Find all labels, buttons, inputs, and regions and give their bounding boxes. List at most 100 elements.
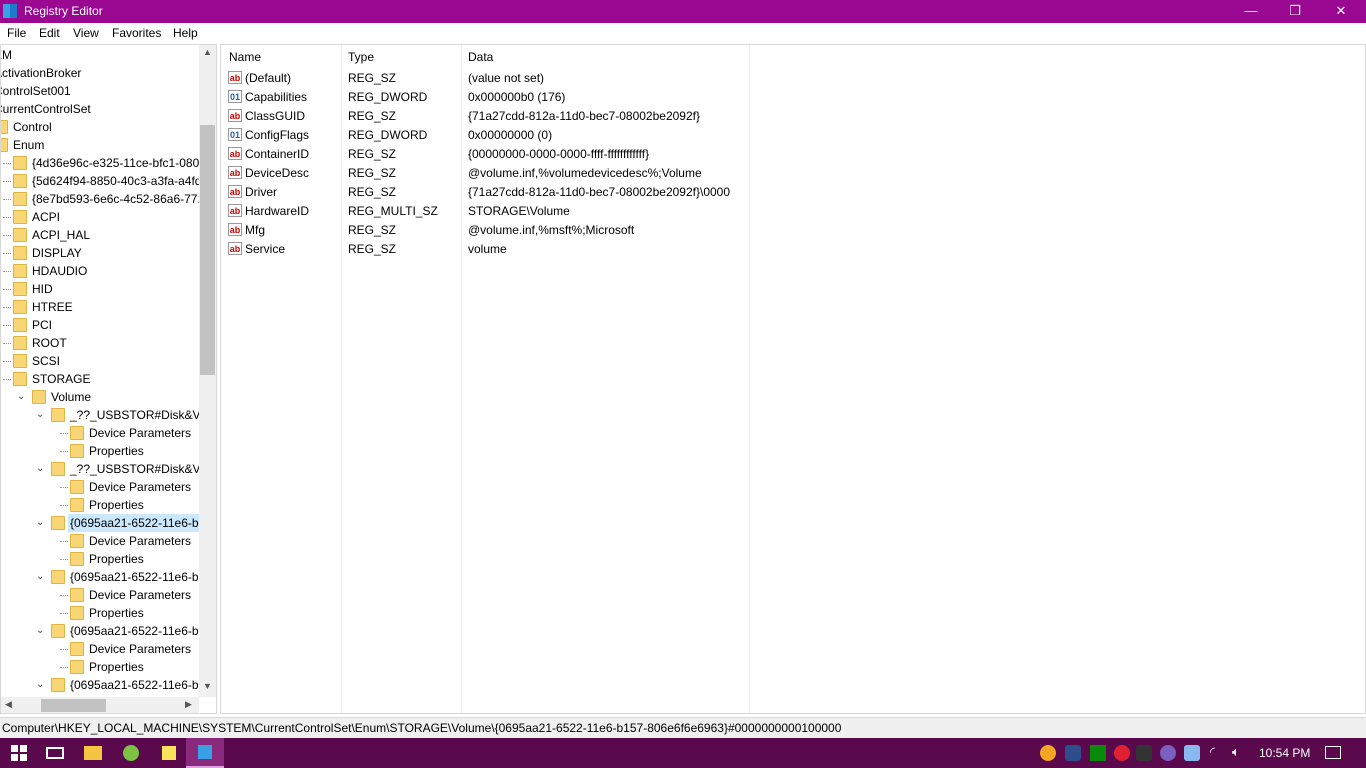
tree-node[interactable]: ⌄ {0695aa21-6522-11e6-b1 [1,568,205,586]
tree-node[interactable]: Device Parameters [1,586,199,604]
tree-node-label: {0695aa21-6522-11e6-b1 [70,624,206,638]
file-explorer-button[interactable] [74,738,112,768]
tree-node[interactable]: ACPI_HAL [1,226,199,244]
tree-node[interactable]: ROOT [1,334,199,352]
task-view-button[interactable] [36,738,74,768]
tree-node[interactable]: {5d624f94-8850-40c3-a3fa-a4fd2080baf3} [1,172,216,190]
close-button[interactable]: ✕ [1318,0,1364,23]
menu-view[interactable]: View [73,26,99,40]
tree-node[interactable]: DISPLAY [1,244,199,262]
tree-node[interactable]: Device Parameters [1,424,199,442]
tray-e-icon[interactable] [1184,745,1200,761]
tree-node[interactable]: ActivationBroker [1,64,199,82]
tree-connector [60,649,68,650]
tray-vs-shield-icon[interactable] [1065,745,1081,761]
tree-node[interactable]: ACPI [1,208,199,226]
scroll-down-icon[interactable]: ▼ [203,681,212,691]
menu-help[interactable]: Help [173,26,198,40]
tree-horizontal-scroll-thumb[interactable] [41,699,106,712]
menu-file[interactable]: File [7,26,26,40]
tree-node[interactable]: Device Parameters [1,478,199,496]
minimize-button[interactable]: — [1228,0,1274,23]
scroll-left-icon[interactable]: ◀ [5,699,12,710]
tree-node[interactable]: {8e7bd593-6e6c-4c52-86a6-77175494dd8e} [1,190,216,208]
values-list[interactable]: Name Type Data ab (Default) REG_SZ (valu… [220,44,1366,714]
chevron-down-icon[interactable]: ⌄ [17,388,27,406]
taskbar-app-button[interactable] [112,738,150,768]
value-row[interactable]: ab DeviceDesc REG_SZ @volume.inf,%volume… [221,164,751,183]
action-center-icon[interactable] [1325,746,1341,759]
wifi-icon[interactable]: ◜ [1210,744,1226,760]
tree-node[interactable]: PCI [1,316,199,334]
tree-node[interactable]: Properties [1,442,199,460]
tray-viber-icon[interactable] [1160,745,1176,761]
tree-node[interactable]: ControlSet001 [1,82,199,100]
tree-node[interactable]: HID [1,280,199,298]
tree-node[interactable]: Properties [1,658,199,676]
tree-node[interactable]: STORAGE [1,370,199,388]
tree-horizontal-scrollbar[interactable]: ◀ ▶ [1,697,199,713]
value-row[interactable]: ab HardwareID REG_MULTI_SZ STORAGE\Volum… [221,202,751,221]
value-row[interactable]: ab ClassGUID REG_SZ {71a27cdd-812a-11d0-… [221,107,751,126]
folder-icon [13,156,27,170]
value-name: HardwareID [245,204,310,218]
tree-node[interactable]: ⌄ _??_USBSTOR#Disk&Ven_ [1,406,216,424]
tree-vertical-scrollbar[interactable]: ▲ ▼ [199,45,216,697]
tree-node[interactable]: ⌄ {0695aa21-6522-11e6-b157-806e6f6e6963}#… [1,514,216,532]
value-row[interactable]: ab (Default) REG_SZ (value not set) [221,69,751,88]
tray-beats-icon[interactable] [1114,745,1130,761]
tree-node[interactable]: CurrentControlSet [1,100,199,118]
folder-icon [70,426,84,440]
value-row[interactable]: ab ContainerID REG_SZ {00000000-0000-000… [221,145,751,164]
maximize-button[interactable]: ❐ [1272,0,1318,23]
tree-node[interactable]: ⌄ Volume [1,388,199,406]
menu-edit[interactable]: Edit [39,26,60,40]
value-row[interactable]: ab Service REG_SZ volume [221,240,751,259]
header-type[interactable]: Type [348,50,374,64]
volume-icon[interactable]: 🔈︎ [1232,744,1248,760]
value-row[interactable]: ab Mfg REG_SZ @volume.inf,%msft%;Microso… [221,221,751,240]
scroll-up-icon[interactable]: ▲ [203,47,212,57]
value-row[interactable]: ab Driver REG_SZ {71a27cdd-812a-11d0-bec… [221,183,751,202]
tree-node[interactable]: ⌄ {0695aa21-6522-11e6-b1 [1,622,205,640]
tree-node[interactable]: {4d36e96c-e325-11ce-bfc1-08002be10318} [1,154,216,172]
header-data[interactable]: Data [468,50,493,64]
value-row[interactable]: 01 ConfigFlags REG_DWORD 0x00000000 (0) [221,126,751,145]
start-button[interactable] [0,738,38,768]
tree-node[interactable]: Device Parameters [1,640,199,658]
tree-node[interactable]: Enum [1,136,199,154]
header-name[interactable]: Name [229,50,261,64]
menu-favorites[interactable]: Favorites [112,26,161,40]
tree-node[interactable]: SCSI [1,352,199,370]
tree-node[interactable]: HTREE [1,298,199,316]
tree-vertical-scroll-thumb[interactable] [200,125,215,375]
chevron-down-icon[interactable]: ⌄ [36,460,46,478]
chevron-down-icon[interactable]: ⌄ [36,622,46,640]
tray-snowflake-icon[interactable] [1136,745,1152,761]
string-value-icon: ab [228,242,242,255]
sticky-notes-button[interactable] [150,738,188,768]
value-data: 0x00000000 (0) [468,128,553,142]
registry-editor-taskbar-button[interactable] [186,738,224,768]
tree-node[interactable]: Device Parameters [1,532,199,550]
tray-orange-icon[interactable] [1040,745,1056,761]
chevron-down-icon[interactable]: ⌄ [36,676,46,694]
tray-green-icon[interactable] [1090,745,1106,761]
value-name: Mfg [245,223,266,237]
registry-tree[interactable]: EM ActivationBroker ControlSet001 CurrentCo… [0,44,217,714]
tree-node[interactable]: Properties [1,496,199,514]
chevron-down-icon[interactable]: ⌄ [36,568,46,586]
tree-node-label: Device Parameters [89,480,192,494]
tree-node[interactable]: Properties [1,550,199,568]
value-row[interactable]: 01 Capabilities REG_DWORD 0x000000b0 (17… [221,88,751,107]
scroll-right-icon[interactable]: ▶ [185,699,192,710]
tree-node[interactable]: ⌄ _??_USBSTOR#Disk&Ven_ [1,460,216,478]
clock[interactable]: 10:54 PM [1259,746,1310,760]
tree-node[interactable]: Properties [1,604,199,622]
chevron-down-icon[interactable]: ⌄ [36,406,46,424]
tree-node[interactable]: ⌄ {0695aa21-6522-11e6-b1 [1,676,205,694]
tree-node[interactable]: HDAUDIO [1,262,199,280]
chevron-down-icon[interactable]: ⌄ [36,514,46,532]
tree-node[interactable]: EM [1,46,199,64]
tree-node[interactable]: Control [1,118,199,136]
